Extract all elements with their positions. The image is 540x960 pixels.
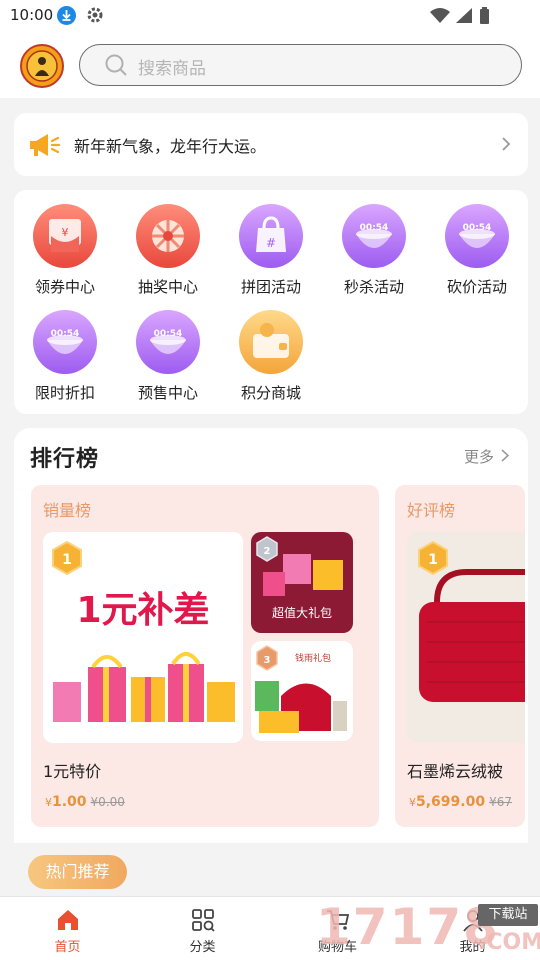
svg-text:00:54: 00:54 — [360, 223, 389, 233]
rank-1-badge-icon: 1 — [52, 540, 82, 576]
sales-ranking-title: 销量榜 — [43, 501, 92, 520]
svg-text:3: 3 — [264, 655, 271, 666]
grid-label: 秒杀活动 — [343, 278, 404, 296]
svg-text:超值大礼包: 超值大礼包 — [272, 605, 332, 620]
points-wallet-icon — [239, 310, 303, 374]
site-watermark: 17178 下载站 .COM — [316, 898, 540, 960]
svg-text:00:54: 00:54 — [51, 329, 80, 339]
ranking-section: 排行榜 更多 销量榜 1 1元补差 2 超值大礼包 3 钱雨礼包 1元特价 ¥1… — [14, 428, 528, 843]
svg-text:#: # — [266, 236, 276, 250]
grid-label: 抽奖中心 — [137, 278, 198, 296]
svg-text:2: 2 — [264, 546, 271, 557]
home-icon — [55, 907, 81, 933]
product-name: 石墨烯云绒被 — [407, 762, 504, 781]
grid-label: 限时折扣 — [34, 384, 95, 402]
gift-boxes-illustration — [53, 652, 235, 722]
sales-ranking-panel[interactable]: 销量榜 1 1元补差 2 超值大礼包 3 钱雨礼包 1元特价 ¥1.00 ¥0.… — [31, 485, 379, 827]
grid-item-lottery-center[interactable]: 抽奖中心 — [125, 192, 211, 296]
category-grid-icon — [190, 907, 216, 933]
status-bar: 10:00 — [0, 0, 540, 32]
review-ranking-title: 好评榜 — [407, 501, 456, 520]
flash-sale-timer-icon: 00:54 — [342, 204, 406, 268]
svg-text:1: 1 — [428, 552, 438, 568]
grid-label: 预售中心 — [137, 384, 198, 402]
grid-label: 积分商城 — [240, 384, 301, 402]
svg-text:¥: ¥ — [62, 226, 69, 239]
grid-item-limited-discount[interactable]: 00:54 限时折扣 — [22, 298, 108, 402]
tab-category[interactable]: 分类 — [135, 897, 270, 960]
limited-discount-timer-icon: 00:54 — [33, 310, 97, 374]
tab-label: 分类 — [189, 940, 216, 955]
status-time: 10:00 — [10, 6, 54, 24]
ranking-title: 排行榜 — [30, 447, 100, 472]
svg-text:1元补差: 1元补差 — [76, 590, 209, 631]
notice-text: 新年新气象，龙年行大运。 — [74, 137, 267, 156]
svg-text:1: 1 — [62, 552, 72, 568]
search-icon — [104, 53, 128, 77]
tab-label: 首页 — [54, 940, 81, 955]
notice-bar[interactable]: 新年新气象，龙年行大运。 — [14, 113, 528, 176]
watermark-suffix: .COM — [478, 930, 540, 955]
signal-icon — [456, 8, 472, 23]
grid-item-coupon-center[interactable]: ¥ 领券中心 — [22, 192, 108, 296]
grid-item-presale-center[interactable]: 00:54 预售中心 — [125, 298, 211, 402]
top-header: 搜索商品 — [0, 32, 540, 98]
grid-item-bargain[interactable]: 00:54 砍价活动 — [434, 192, 520, 296]
svg-text:钱雨礼包: 钱雨礼包 — [295, 652, 331, 664]
grid-item-group-buy[interactable]: # 拼团活动 — [228, 192, 314, 296]
product-image[interactable]: 2 超值大礼包 — [251, 532, 353, 633]
megaphone-icon — [28, 130, 61, 160]
download-icon — [57, 6, 76, 25]
grid-label: 领券中心 — [34, 278, 95, 296]
status-indicators — [428, 6, 508, 26]
review-ranking-panel[interactable]: 好评榜 1 石墨烯云绒被 ¥5,699.00 ¥67 — [395, 485, 525, 827]
chevron-right-icon — [500, 135, 512, 153]
wifi-icon — [430, 8, 450, 23]
grid-label: 拼团活动 — [240, 278, 301, 296]
grid-item-points-mall[interactable]: 积分商城 — [228, 298, 314, 402]
product-image[interactable]: 3 钱雨礼包 — [251, 641, 353, 741]
hot-recommend-tag[interactable]: 热门推荐 — [28, 855, 127, 889]
presale-timer-icon: 00:54 — [136, 310, 200, 374]
shop-logo[interactable] — [20, 44, 64, 88]
svg-text:00:54: 00:54 — [463, 223, 492, 233]
battery-icon — [480, 9, 489, 24]
watermark-digits: 17178 — [316, 898, 500, 956]
ranking-more-link[interactable]: 更多 — [464, 446, 494, 467]
original-price: ¥67 — [489, 795, 512, 809]
original-price: ¥0.00 — [90, 795, 125, 809]
feature-grid: ¥ 领券中心 抽奖中心 # 拼团活动 00:54 秒杀活动 00:54 砍价活动… — [14, 190, 528, 414]
grid-label: 砍价活动 — [446, 278, 507, 296]
group-buy-bag-icon: # — [239, 204, 303, 268]
product-name: 1元特价 — [43, 762, 102, 781]
rank-1-badge-icon: 1 — [418, 540, 448, 576]
product-price: ¥1.00 ¥0.00 — [45, 794, 125, 810]
chevron-right-icon[interactable] — [500, 448, 510, 463]
rank-2-badge-icon: 2 — [256, 536, 278, 562]
product-image[interactable]: 1 — [407, 532, 525, 743]
watermark-badge: 下载站 — [478, 904, 538, 926]
coupon-icon: ¥ — [33, 204, 97, 268]
svg-text:00:54: 00:54 — [154, 329, 183, 339]
search-placeholder: 搜索商品 — [138, 59, 206, 79]
bargain-timer-icon: 00:54 — [445, 204, 509, 268]
tab-home[interactable]: 首页 — [0, 897, 135, 960]
grid-item-flash-sale[interactable]: 00:54 秒杀活动 — [331, 192, 417, 296]
lottery-wheel-icon — [136, 204, 200, 268]
search-input[interactable]: 搜索商品 — [79, 44, 522, 86]
product-image[interactable]: 1 1元补差 — [43, 532, 243, 743]
settings-gear-icon — [86, 6, 104, 24]
rank-3-badge-icon: 3 — [256, 645, 278, 671]
product-price: ¥5,699.00 ¥67 — [409, 794, 512, 810]
